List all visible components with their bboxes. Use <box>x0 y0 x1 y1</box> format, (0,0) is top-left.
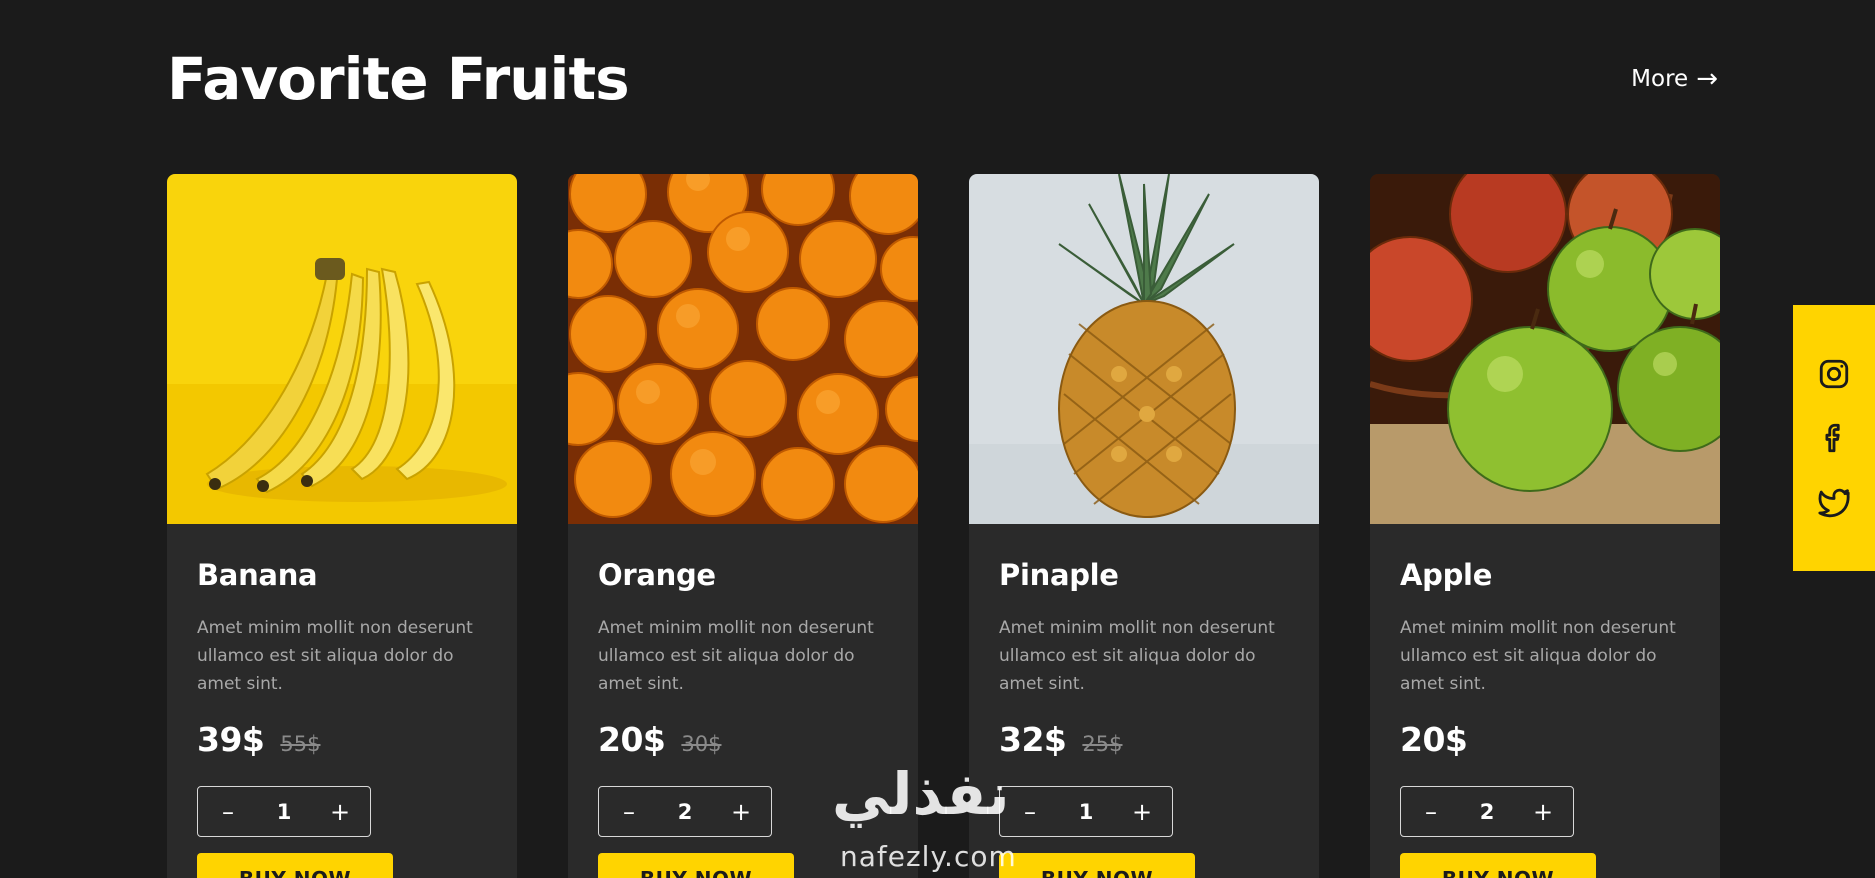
product-list: Banana Amet minim mollit non deserunt ul… <box>167 174 1720 878</box>
product-card-banana: Banana Amet minim mollit non deserunt ul… <box>167 174 517 878</box>
more-label: More <box>1631 66 1689 92</box>
product-name: Banana <box>197 558 318 592</box>
more-link[interactable]: More → <box>1631 64 1718 94</box>
product-old-price: 25$ <box>1082 732 1123 756</box>
orange-image <box>568 174 918 524</box>
quantity-value: 2 <box>1479 799 1495 824</box>
product-old-price: 30$ <box>681 732 722 756</box>
quantity-stepper: – 2 + <box>1400 786 1574 837</box>
instagram-icon[interactable] <box>1817 357 1851 391</box>
social-sidebar <box>1793 305 1875 571</box>
price-row: 20$ <box>1400 720 1690 764</box>
product-card-pineapple: Pinaple Amet minim mollit non deserunt u… <box>969 174 1319 878</box>
decrease-button[interactable]: – <box>1419 798 1443 826</box>
buy-now-button[interactable]: BUY NOW <box>1400 853 1596 878</box>
twitter-icon[interactable] <box>1817 485 1851 519</box>
increase-button[interactable]: + <box>328 798 352 826</box>
product-card-apple: Apple Amet minim mollit non deserunt ull… <box>1370 174 1720 878</box>
product-price: 32$ <box>999 720 1067 759</box>
product-name: Apple <box>1400 558 1493 592</box>
product-price: 20$ <box>598 720 666 759</box>
product-old-price: 55$ <box>280 732 321 756</box>
quantity-value: 2 <box>677 799 693 824</box>
product-name: Orange <box>598 558 716 592</box>
decrease-button[interactable]: – <box>216 798 240 826</box>
price-row: 39$ 55$ <box>197 720 487 764</box>
decrease-button[interactable]: – <box>1018 798 1042 826</box>
buy-now-button[interactable]: BUY NOW <box>598 853 794 878</box>
product-description: Amet minim mollit non deserunt ullamco e… <box>598 618 874 694</box>
quantity-stepper: – 1 + <box>999 786 1173 837</box>
buy-now-button[interactable]: BUY NOW <box>197 853 393 878</box>
facebook-icon[interactable] <box>1817 421 1851 455</box>
quantity-stepper: – 1 + <box>197 786 371 837</box>
product-price: 39$ <box>197 720 265 759</box>
card-body: Banana Amet minim mollit non deserunt ul… <box>167 524 517 878</box>
product-description: Amet minim mollit non deserunt ullamco e… <box>999 618 1275 694</box>
price-row: 32$ 25$ <box>999 720 1289 764</box>
product-description: Amet minim mollit non deserunt ullamco e… <box>1400 618 1676 694</box>
product-name: Pinaple <box>999 558 1119 592</box>
quantity-stepper: – 2 + <box>598 786 772 837</box>
product-description: Amet minim mollit non deserunt ullamco e… <box>197 618 473 694</box>
page-title: Favorite Fruits <box>167 45 630 113</box>
banana-image <box>167 174 517 524</box>
card-body: Pinaple Amet minim mollit non deserunt u… <box>969 524 1319 878</box>
arrow-right-icon: → <box>1696 64 1718 94</box>
increase-button[interactable]: + <box>1130 798 1154 826</box>
decrease-button[interactable]: – <box>617 798 641 826</box>
quantity-value: 1 <box>276 799 292 824</box>
increase-button[interactable]: + <box>1531 798 1555 826</box>
price-row: 20$ 30$ <box>598 720 888 764</box>
apple-image <box>1370 174 1720 524</box>
increase-button[interactable]: + <box>729 798 753 826</box>
card-body: Apple Amet minim mollit non deserunt ull… <box>1370 524 1720 878</box>
product-price: 20$ <box>1400 720 1468 759</box>
buy-now-button[interactable]: BUY NOW <box>999 853 1195 878</box>
quantity-value: 1 <box>1078 799 1094 824</box>
pineapple-image <box>969 174 1319 524</box>
product-card-orange: Orange Amet minim mollit non deserunt ul… <box>568 174 918 878</box>
section-header: Favorite Fruits More → <box>167 44 1718 114</box>
card-body: Orange Amet minim mollit non deserunt ul… <box>568 524 918 878</box>
